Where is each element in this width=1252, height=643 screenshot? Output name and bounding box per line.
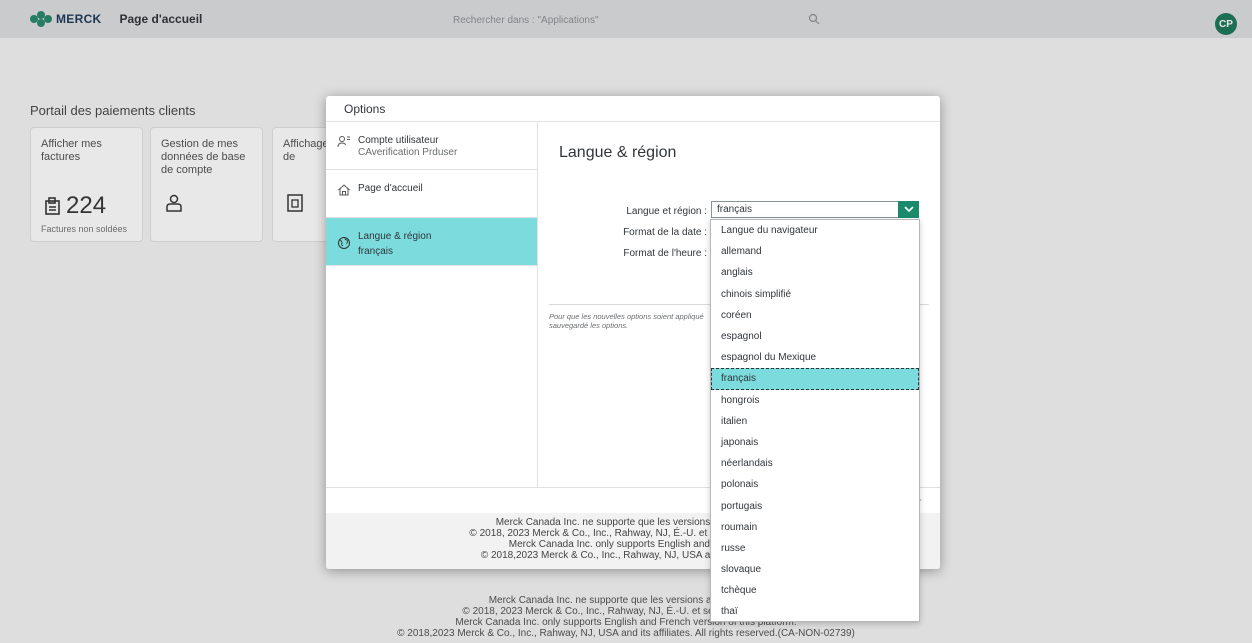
globe-icon — [338, 237, 350, 249]
dropdown-option[interactable]: espagnol — [711, 326, 919, 347]
nav-item-language-region[interactable]: Langue & région français — [326, 218, 537, 266]
nav-label: Compte utilisateur — [358, 135, 439, 146]
dropdown-option[interactable]: allemand — [711, 241, 919, 262]
options-nav: Compte utilisateur CAverification Prduse… — [326, 122, 538, 487]
dropdown-option[interactable]: espagnol du Mexique — [711, 347, 919, 368]
dropdown-option[interactable]: slovaque — [711, 559, 919, 580]
home-icon — [338, 184, 350, 196]
nav-item-user-account[interactable]: Compte utilisateur CAverification Prduse… — [326, 122, 537, 170]
dropdown-option[interactable]: coréen — [711, 305, 919, 326]
language-select-value: français — [717, 204, 753, 215]
dropdown-toggle[interactable] — [898, 201, 919, 218]
language-label: Langue et région : — [626, 206, 707, 217]
nav-item-home[interactable]: Page d'accueil — [326, 170, 537, 218]
nav-label: Page d'accueil — [358, 183, 423, 194]
dialog-header: Options — [326, 96, 940, 122]
nav-label: Langue & région — [358, 231, 432, 242]
dropdown-option[interactable]: japonais — [711, 432, 919, 453]
language-select[interactable]: français — [711, 201, 919, 218]
dropdown-option[interactable]: hongrois — [711, 390, 919, 411]
save-note: Pour que les nouvelles options soient ap… — [549, 312, 704, 330]
date-format-label: Format de la date : — [623, 227, 707, 238]
user-settings-icon — [337, 136, 350, 148]
dropdown-option[interactable]: chinois simplifié — [711, 284, 919, 305]
time-format-label: Format de l'heure : — [623, 248, 707, 259]
dropdown-option[interactable]: Langue du navigateur — [711, 220, 919, 241]
dialog-title: Options — [344, 101, 386, 116]
dropdown-option[interactable]: polonais — [711, 474, 919, 495]
language-dropdown-list: Langue du navigateur allemand anglais ch… — [710, 219, 920, 622]
dropdown-option[interactable]: néerlandais — [711, 453, 919, 474]
dropdown-option-selected[interactable]: français — [711, 368, 919, 390]
dropdown-option[interactable]: thaï — [711, 601, 919, 621]
nav-sublabel: CAverification Prduser — [358, 147, 458, 158]
dropdown-option[interactable]: tchèque — [711, 580, 919, 601]
nav-sublabel: français — [358, 246, 394, 257]
chevron-down-icon — [903, 206, 914, 213]
dropdown-option[interactable]: anglais — [711, 262, 919, 283]
dropdown-option[interactable]: roumain — [711, 517, 919, 538]
dropdown-option[interactable]: italien — [711, 411, 919, 432]
section-heading: Langue & région — [559, 144, 677, 161]
dropdown-option[interactable]: russe — [711, 538, 919, 559]
dropdown-option[interactable]: portugais — [711, 495, 919, 516]
